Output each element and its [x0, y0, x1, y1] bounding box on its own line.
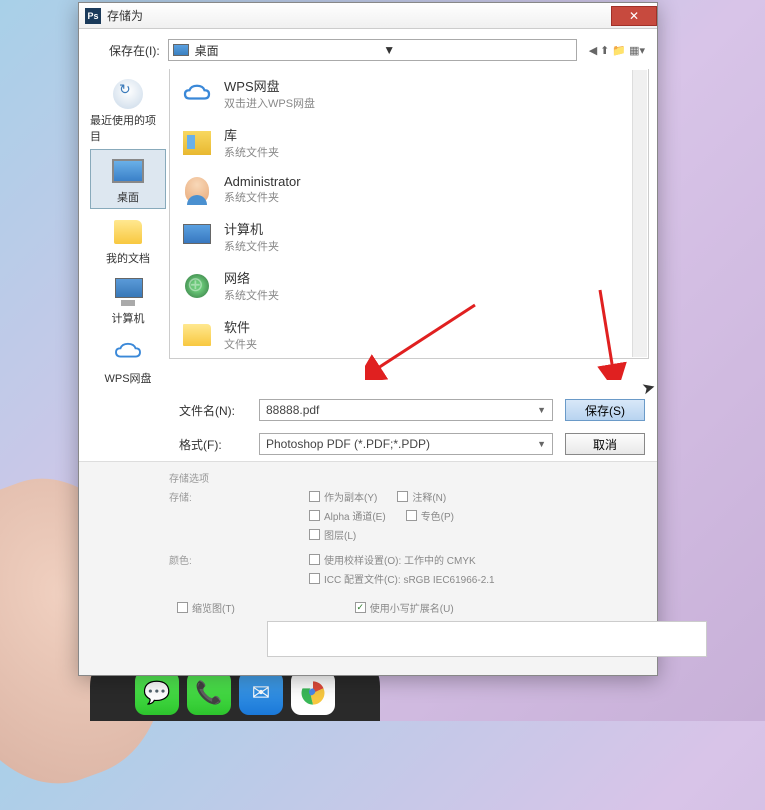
desktop-icon [112, 159, 144, 183]
sidebar-item-recent[interactable]: 最近使用的项目 [90, 73, 166, 147]
layers-checkbox[interactable] [309, 529, 320, 540]
filename-input[interactable]: 88888.pdf ▼ [259, 399, 553, 421]
storage-label: 存储: [169, 489, 229, 542]
sidebar-item-documents[interactable]: 我的文档 [90, 211, 166, 269]
notes-checkbox[interactable] [397, 491, 408, 502]
wps-cloud-icon [110, 337, 146, 367]
nav-toolbar: ◀ ⬆ 📁 ▦▾ [589, 44, 645, 57]
new-folder-icon[interactable]: 📁 [612, 44, 626, 57]
file-item-software[interactable]: 软件文件夹 [170, 310, 648, 359]
desktop-icon [173, 44, 189, 56]
alpha-checkbox[interactable] [309, 510, 320, 521]
proof-checkbox[interactable] [309, 554, 320, 565]
icc-checkbox[interactable] [309, 573, 320, 584]
sidebar-item-label: WPS网盘 [104, 370, 151, 386]
sidebar-item-label: 计算机 [112, 310, 145, 326]
places-sidebar: 最近使用的项目 桌面 我的文档 计算机 WPS网盘 [87, 69, 169, 389]
network-icon [182, 272, 212, 300]
mail-app-icon: ✉ [239, 671, 283, 715]
computer-icon [182, 223, 212, 251]
file-item-network[interactable]: 网络系统文件夹 [170, 261, 648, 310]
dropdown-arrow-icon: ▼ [537, 405, 546, 415]
up-icon[interactable]: ⬆ [600, 44, 609, 57]
back-icon[interactable]: ◀ [589, 44, 597, 57]
sidebar-item-desktop[interactable]: 桌面 [90, 149, 166, 209]
format-combobox[interactable]: Photoshop PDF (*.PDF;*.PDP) ▼ [259, 433, 553, 455]
chrome-app-icon [291, 671, 335, 715]
window-title: 存储为 [107, 7, 611, 24]
file-item-computer[interactable]: 计算机系统文件夹 [170, 212, 648, 261]
view-menu-icon[interactable]: ▦▾ [629, 44, 645, 57]
sidebar-item-label: 桌面 [117, 189, 139, 205]
file-item-administrator[interactable]: Administrator系统文件夹 [170, 167, 648, 212]
messages-app-icon: 💬 [135, 671, 179, 715]
format-label: 格式(F): [179, 436, 259, 453]
sidebar-item-computer[interactable]: 计算机 [90, 271, 166, 329]
title-bar: Ps 存储为 ✕ [79, 3, 657, 29]
as-copy-checkbox[interactable] [309, 491, 320, 502]
dropdown-arrow-icon: ▼ [537, 439, 546, 449]
filename-label: 文件名(N): [179, 402, 259, 419]
spot-checkbox[interactable] [406, 510, 417, 521]
recent-icon [113, 79, 143, 109]
folder-icon [182, 321, 212, 349]
photoshop-icon: Ps [85, 8, 101, 24]
save-button[interactable]: 保存(S) [565, 399, 645, 421]
save-options: 存储选项 存储: 作为副本(Y) 注释(N) Alpha 通道(E) 专色(P)… [79, 461, 657, 675]
file-list[interactable]: WPS网盘双击进入WPS网盘 库系统文件夹 Administrator系统文件夹… [169, 69, 649, 359]
save-in-label: 保存在(I): [109, 42, 160, 59]
save-as-dialog: Ps 存储为 ✕ 保存在(I): 桌面 ▼ ◀ ⬆ 📁 ▦▾ 最近使用的项目 桌… [78, 2, 658, 676]
cloud-icon [182, 80, 212, 108]
file-item-wps[interactable]: WPS网盘双击进入WPS网盘 [170, 69, 648, 118]
sidebar-item-label: 最近使用的项目 [90, 112, 166, 144]
cancel-button[interactable]: 取消 [565, 433, 645, 455]
location-value: 桌面 [195, 42, 384, 59]
file-item-library[interactable]: 库系统文件夹 [170, 118, 648, 167]
thumbnail-preview [267, 621, 707, 657]
sidebar-item-wps[interactable]: WPS网盘 [90, 331, 166, 389]
user-icon [182, 176, 212, 204]
library-icon [182, 129, 212, 157]
lowercase-ext-checkbox[interactable] [355, 602, 366, 613]
color-label: 颜色: [169, 552, 229, 586]
close-button[interactable]: ✕ [611, 6, 657, 26]
location-combobox[interactable]: 桌面 ▼ [168, 39, 577, 61]
sidebar-item-label: 我的文档 [106, 250, 150, 266]
documents-icon [114, 220, 142, 244]
thumbnail-checkbox[interactable] [177, 602, 188, 613]
dropdown-arrow-icon: ▼ [383, 43, 572, 57]
phone-app-icon: 📞 [187, 671, 231, 715]
computer-icon [113, 278, 143, 306]
